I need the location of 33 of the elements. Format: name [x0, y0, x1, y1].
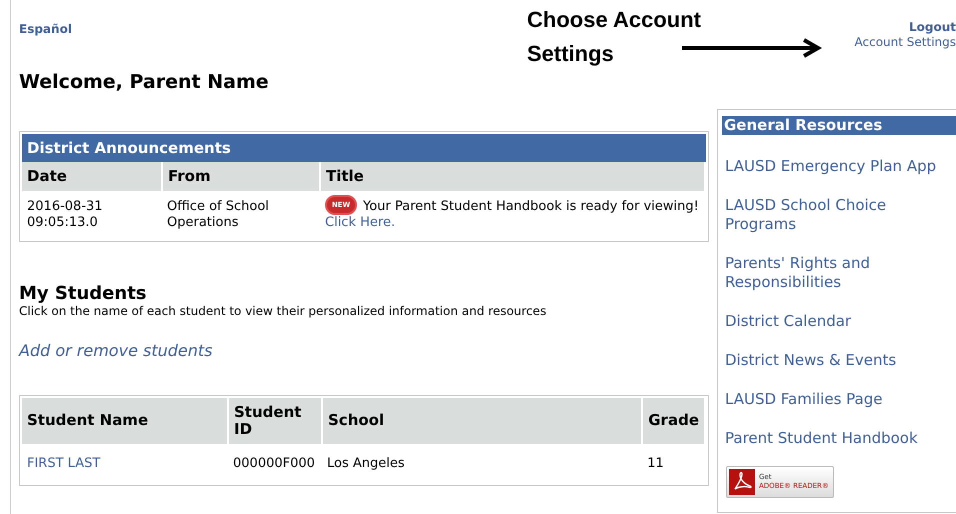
table-cell: 000000F000: [228, 444, 322, 483]
column-header: Grade: [642, 398, 705, 444]
resource-link[interactable]: LAUSD School Choice Programs: [725, 196, 950, 234]
resource-link[interactable]: LAUSD Emergency Plan App: [725, 156, 936, 176]
resource-link[interactable]: District News & Events: [725, 350, 896, 370]
resource-link[interactable]: Parent Student Handbook: [725, 428, 918, 448]
panel-title: District Announcements: [22, 134, 706, 162]
table-cell: Office of School Operations: [162, 190, 320, 238]
table-cell: 2016-08-31 09:05:13.0: [22, 190, 162, 238]
table-cell: 11: [642, 444, 705, 483]
column-header: Title: [320, 162, 705, 190]
resource-link[interactable]: District Calendar: [725, 312, 852, 330]
section-heading: My Students: [19, 284, 148, 304]
add-remove-students-link[interactable]: Add or remove students: [19, 338, 212, 362]
welcome-heading: Welcome, Parent Name: [19, 70, 269, 95]
account-settings-link[interactable]: Account Settings: [854, 35, 956, 50]
table-cell: Los Angeles: [322, 444, 642, 483]
language-link[interactable]: Español: [19, 20, 72, 38]
logout-link[interactable]: Logout: [908, 20, 956, 35]
resource-link[interactable]: Parents' Rights and Responsibilities: [725, 254, 950, 292]
resource-link[interactable]: LAUSD Families Page: [725, 390, 882, 408]
announcement-title: Your Parent Student Handbook is ready for viewing!: [363, 198, 699, 214]
click-here-link[interactable]: Click Here.: [325, 214, 396, 230]
annotation-text: Choose Account Settings: [527, 6, 702, 68]
column-header: Date: [22, 162, 162, 190]
column-header: Student Name: [22, 398, 228, 444]
student-name-link[interactable]: FIRST LAST: [27, 456, 100, 470]
column-header: School: [322, 398, 642, 444]
section-description: Click on the name of each student to view their personalized information and resources: [19, 304, 548, 318]
pdf-icon: [729, 468, 755, 494]
panel-title: General Resources: [722, 116, 956, 134]
column-header: From: [162, 162, 320, 190]
column-header: Student ID: [228, 398, 322, 444]
